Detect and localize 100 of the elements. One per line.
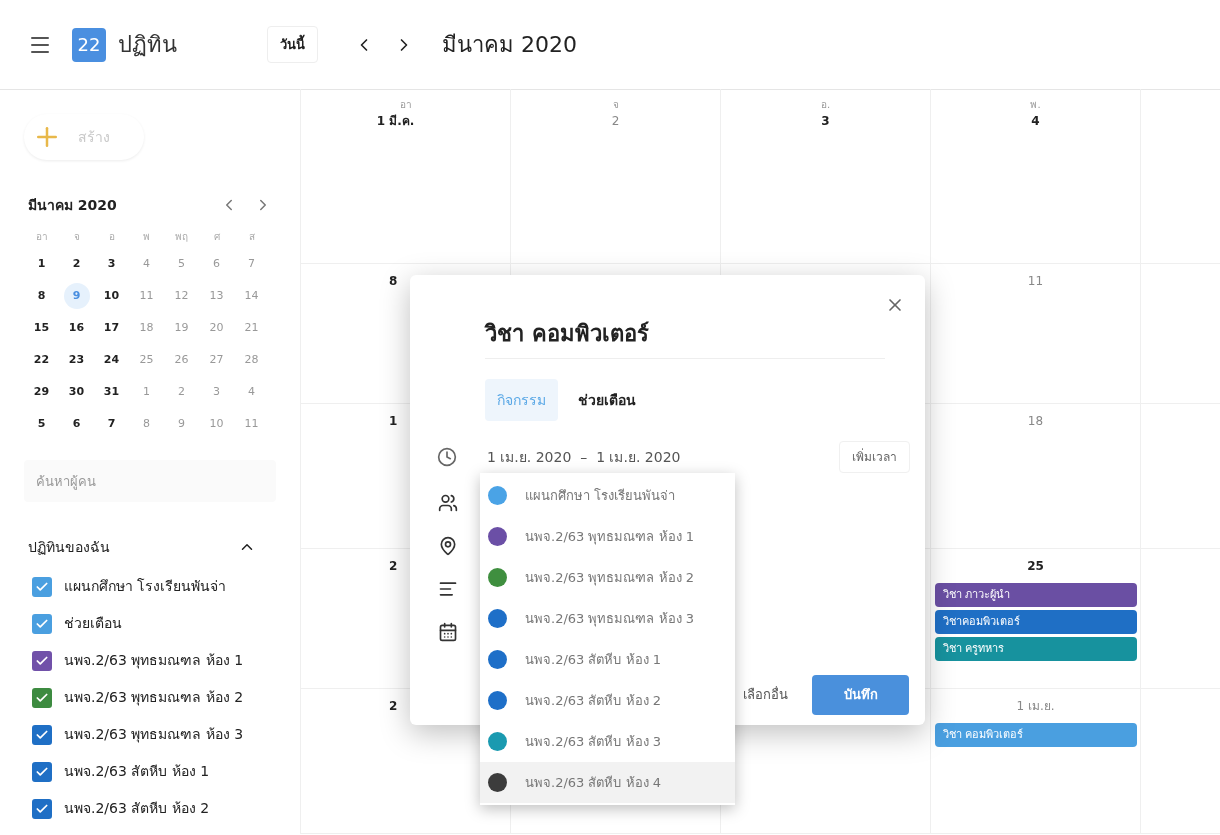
add-time-button[interactable]: เพิ่มเวลา <box>839 441 910 473</box>
mini-calendar-day[interactable]: 1 <box>133 379 160 405</box>
calendar-icon <box>438 622 458 642</box>
mini-calendar-day[interactable]: 9 <box>63 283 90 309</box>
event-chip[interactable]: วิชา ครูทหาร <box>934 637 1137 661</box>
option-label: นพจ.2/63 สัตหีบ ห้อง 4 <box>525 773 661 792</box>
mini-calendar-day[interactable]: 6 <box>203 251 230 277</box>
mini-calendar-day[interactable]: 17 <box>98 315 125 341</box>
mini-calendar-day[interactable]: 3 <box>98 251 125 277</box>
mini-calendar-day[interactable]: 8 <box>28 283 55 309</box>
calendar-name: นพจ.2/63 พุทธมณฑล ห้อง 1 <box>64 651 244 671</box>
mini-calendar-day[interactable]: 26 <box>168 347 195 373</box>
option-label: แผนกศึกษา โรงเรียนพันจ่า <box>525 486 676 505</box>
mini-calendar-day[interactable]: 23 <box>63 347 90 373</box>
event-date-range: 1 เม.ย. 2020 – 1 เม.ย. 2020 <box>487 447 682 467</box>
mini-calendar-day[interactable]: 13 <box>203 283 230 309</box>
weekday-header: พ. <box>1030 98 1041 112</box>
mini-calendar-day[interactable]: 10 <box>203 411 230 437</box>
event-chip[interactable]: วิชาคอมพิวเตอร์ <box>934 610 1137 634</box>
mini-calendar-day[interactable]: 18 <box>133 315 160 341</box>
weekday-label: ศ <box>212 230 221 244</box>
mini-calendar-day[interactable]: 19 <box>168 315 195 341</box>
mini-calendar-day[interactable]: 5 <box>168 251 195 277</box>
calendar-checkbox[interactable] <box>32 576 52 597</box>
calendar-option[interactable]: แผนกศึกษา โรงเรียนพันจ่า <box>480 475 735 516</box>
mini-calendar-day[interactable]: 24 <box>98 347 125 373</box>
calendar-checkbox[interactable] <box>32 761 52 782</box>
day-number: 25 <box>1027 558 1044 575</box>
calendar-option[interactable]: นพจ.2/63 สัตหีบ ห้อง 1 <box>480 639 735 680</box>
mini-calendar-day[interactable]: 22 <box>28 347 55 373</box>
day-number: 18 <box>1027 413 1044 430</box>
weekday-header: อา <box>399 98 412 112</box>
mini-calendar-day[interactable]: 11 <box>133 283 160 309</box>
description-icon <box>438 579 458 599</box>
calendar-name: นพจ.2/63 สัตหีบ ห้อง 1 <box>64 762 210 781</box>
my-calendars-heading: ปฏิทินของฉัน <box>27 537 111 557</box>
mini-calendar-day[interactable]: 9 <box>168 411 195 437</box>
mini-calendar-day[interactable]: 28 <box>238 347 265 373</box>
dialog-tab[interactable]: กิจกรรม <box>485 379 558 421</box>
option-label: นพจ.2/63 พุทธมณฑล ห้อง 2 <box>525 568 694 588</box>
day-number: 2 <box>611 113 620 130</box>
calendar-option[interactable]: นพจ.2/63 สัตหีบ ห้อง 4 <box>480 762 735 803</box>
calendar-option[interactable]: นพจ.2/63 พุทธมณฑล ห้อง 3 <box>480 598 735 639</box>
mini-calendar-day[interactable]: 10 <box>98 283 125 309</box>
mini-calendar-day[interactable]: 21 <box>238 315 265 341</box>
calendar-name: นพจ.2/63 สัตหีบ ห้อง 2 <box>64 799 210 818</box>
calendar-logo: 22 <box>72 27 106 62</box>
day-number: 1 มี.ค. <box>376 113 415 130</box>
calendar-name: แผนกศึกษา โรงเรียนพันจ่า <box>64 577 227 596</box>
day-number: 8 <box>389 273 398 290</box>
mini-calendar-day[interactable]: 20 <box>203 315 230 341</box>
mini-calendar-day[interactable]: 31 <box>98 379 125 405</box>
calendar-option[interactable]: นพจ.2/63 พุทธมณฑล ห้อง 2 <box>480 557 735 598</box>
mini-calendar-day[interactable]: 4 <box>238 379 265 405</box>
current-period: มีนาคม 2020 <box>442 31 577 59</box>
save-button[interactable]: บันทึก <box>812 675 909 715</box>
mini-calendar-day[interactable]: 29 <box>28 379 55 405</box>
mini-calendar-day[interactable]: 30 <box>63 379 90 405</box>
mini-calendar-day[interactable]: 12 <box>168 283 195 309</box>
event-title: วิชา คอมพิวเตอร์ <box>485 317 885 359</box>
mini-calendar-title: มีนาคม 2020 <box>27 195 118 215</box>
option-label: นพจ.2/63 พุทธมณฑล ห้อง 1 <box>525 527 694 547</box>
calendar-option[interactable]: นพจ.2/63 สัตหีบ ห้อง 2 <box>480 680 735 721</box>
mini-calendar-day[interactable]: 27 <box>203 347 230 373</box>
option-label: นพจ.2/63 สัตหีบ ห้อง 1 <box>525 650 661 669</box>
location-icon <box>438 536 458 556</box>
calendar-name: นพจ.2/63 พุทธมณฑล ห้อง 2 <box>64 688 244 708</box>
mini-calendar-day[interactable]: 16 <box>63 315 90 341</box>
mini-calendar-day[interactable]: 14 <box>238 283 265 309</box>
calendar-checkbox[interactable] <box>32 724 52 745</box>
today-button[interactable]: วันนี้ <box>267 25 318 64</box>
mini-calendar-day[interactable]: 11 <box>238 411 265 437</box>
people-icon <box>438 493 458 513</box>
dialog-tab[interactable]: ช่วยเตือน <box>566 379 648 421</box>
calendar-option[interactable]: นพจ.2/63 สัตหีบ ห้อง 3 <box>480 721 735 762</box>
calendar-option[interactable]: นพจ.2/63 พุทธมณฑล ห้อง 1 <box>480 516 735 557</box>
calendar-name: ช่วยเตือน <box>64 614 122 633</box>
calendar-checkbox[interactable] <box>32 798 52 819</box>
calendar-checkbox[interactable] <box>32 687 52 708</box>
mini-calendar-day[interactable]: 4 <box>133 251 160 277</box>
more-options-button[interactable]: เลือกอื่น <box>743 685 788 705</box>
mini-calendar-day[interactable]: 25 <box>133 347 160 373</box>
mini-calendar-day[interactable]: 2 <box>63 251 90 277</box>
mini-calendar-day[interactable]: 6 <box>63 411 90 437</box>
calendar-checkbox[interactable] <box>32 650 52 671</box>
event-chip[interactable]: วิชา คอมพิวเตอร์ <box>934 723 1137 747</box>
mini-calendar-day[interactable]: 2 <box>168 379 195 405</box>
mini-calendar-day[interactable]: 8 <box>133 411 160 437</box>
mini-calendar-day[interactable]: 3 <box>203 379 230 405</box>
search-people-field[interactable]: ค้นหาผู้คน <box>24 460 276 502</box>
weekday-label: อ <box>107 230 116 244</box>
mini-calendar-day[interactable]: 1 <box>28 251 55 277</box>
mini-calendar-day[interactable]: 5 <box>28 411 55 437</box>
calendar-checkbox[interactable] <box>32 613 52 634</box>
mini-calendar-day[interactable]: 7 <box>238 251 265 277</box>
mini-calendar-day[interactable]: 15 <box>28 315 55 341</box>
day-number: 1 เม.ย. <box>1016 698 1055 715</box>
event-chip[interactable]: วิชา ภาวะผู้นำ <box>934 583 1137 607</box>
mini-calendar-day[interactable]: 7 <box>98 411 125 437</box>
weekday-header: อ. <box>820 98 831 112</box>
